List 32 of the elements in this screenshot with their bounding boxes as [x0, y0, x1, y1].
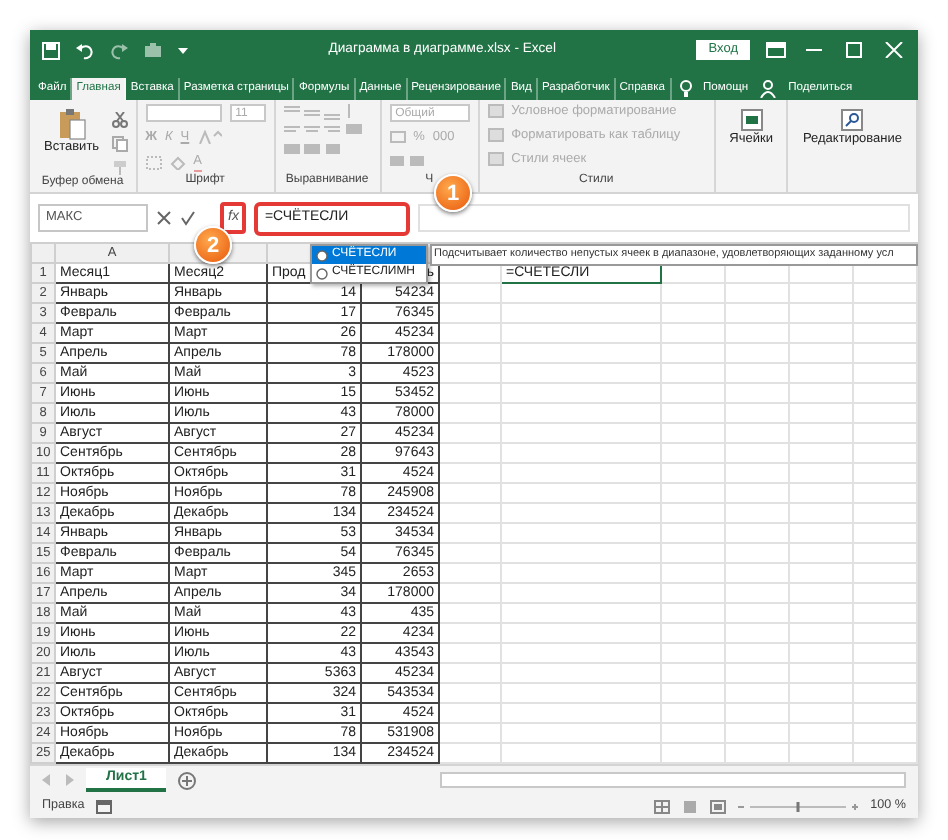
maximize-icon[interactable] [842, 42, 866, 58]
font-name-field[interactable] [145, 104, 222, 122]
copy-icon[interactable] [111, 136, 128, 152]
clipboard-icon [57, 108, 86, 140]
scroll-right-icon[interactable] [64, 774, 74, 786]
zoom-slider[interactable] [738, 799, 859, 813]
format-brush-icon[interactable] [111, 160, 128, 176]
cells-icon [739, 108, 764, 132]
fill-color-icon[interactable] [169, 155, 186, 170]
horizontal-scrollbar[interactable] [440, 772, 906, 788]
currency-icon[interactable] [389, 130, 406, 145]
page-break-icon[interactable] [710, 799, 727, 813]
add-sheet-icon[interactable] [178, 771, 197, 789]
search-icon [840, 108, 865, 132]
undo-icon[interactable] [76, 41, 94, 59]
person-icon[interactable] [760, 80, 777, 99]
customize-caret-icon[interactable] [178, 44, 188, 56]
close-icon[interactable] [882, 42, 906, 58]
scroll-left-icon[interactable] [42, 774, 52, 786]
page-layout-icon[interactable] [682, 799, 699, 813]
normal-view-icon[interactable] [654, 799, 671, 813]
scissors-icon[interactable] [111, 112, 128, 128]
enter-icon[interactable] [180, 210, 196, 226]
formula-bar-field[interactable] [418, 204, 910, 232]
save-icon[interactable] [42, 41, 60, 59]
redo-icon[interactable] [110, 41, 128, 59]
lightbulb-icon[interactable] [679, 80, 691, 99]
macro-icon[interactable] [96, 799, 113, 813]
cancel-icon[interactable] [156, 210, 172, 226]
borders-icon[interactable] [145, 155, 162, 170]
grow-font-icon[interactable] [197, 130, 222, 144]
ribbon-display-icon[interactable] [766, 42, 786, 58]
